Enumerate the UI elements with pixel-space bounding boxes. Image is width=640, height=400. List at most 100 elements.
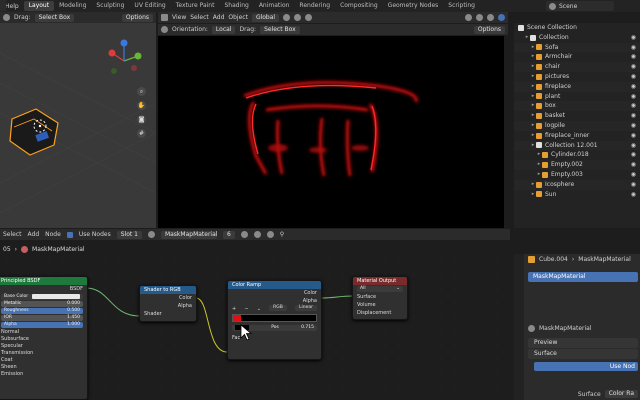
camera-icon[interactable]: ◙	[137, 115, 146, 124]
tab-compositing[interactable]: Compositing	[335, 1, 383, 11]
tab-geometry-nodes[interactable]: Geometry Nodes	[383, 1, 444, 11]
outliner-row[interactable]: ▸ chair ◉	[514, 62, 640, 72]
render-viewport[interactable]	[158, 36, 504, 228]
outliner-row[interactable]: ▸ fireplace ◉	[514, 81, 640, 92]
ramp-menu-icon[interactable]: ⌄	[257, 305, 261, 313]
menu-node-node[interactable]: Node	[45, 231, 61, 238]
visibility-eye-icon[interactable]: ◉	[631, 180, 636, 190]
pin-icon[interactable]: ⚲	[280, 231, 284, 238]
options-button[interactable]: Options	[121, 13, 153, 22]
visibility-eye-icon[interactable]: ◉	[631, 131, 636, 141]
menu-select[interactable]: Select	[190, 14, 209, 21]
menu-object[interactable]: Object	[228, 14, 248, 21]
viewport-3d[interactable]: ⌕ ✋ ◙ #	[0, 23, 156, 228]
proportional-edit-icon[interactable]	[305, 14, 313, 21]
zoom-icon[interactable]: ⌕	[137, 87, 146, 96]
outliner-row[interactable]: ▸ basket ◉	[514, 111, 640, 121]
shader-rgb-alpha-output[interactable]: Alpha	[140, 302, 196, 310]
base-color-field[interactable]: Base Color	[1, 294, 83, 300]
options-button-right[interactable]: Options	[473, 25, 505, 34]
material-output-node[interactable]: Material Output All ⌄ Surface Volume Disp…	[352, 276, 408, 320]
outliner-row[interactable]: ▸ Collection 12.001 ◉	[514, 140, 640, 151]
shader-to-rgb-node[interactable]: Shader to RGB Color Alpha Shader	[139, 285, 197, 322]
bsdf-section[interactable]: Subsurface	[0, 336, 87, 343]
menu-node-select[interactable]: Select	[3, 231, 22, 238]
visibility-eye-icon[interactable]: ◉	[631, 170, 636, 180]
bsdf-output-socket[interactable]: BSDF	[0, 285, 87, 293]
visibility-eye-icon[interactable]: ◉	[631, 72, 636, 82]
color-ramp-node[interactable]: Color Ramp Color Alpha + − ⌄ RGB Linear …	[227, 280, 322, 360]
ramp-interp-dropdown[interactable]: Linear	[295, 305, 317, 311]
node-editor-canvas[interactable]: Principled BSDF BSDF Base Color Metallic…	[0, 254, 510, 400]
ramp-alpha-output[interactable]: Alpha	[228, 297, 321, 305]
scene-selector[interactable]: Scene	[546, 1, 614, 11]
tab-rendering[interactable]: Rendering	[294, 1, 335, 11]
bsdf-section[interactable]: Specular	[0, 343, 87, 350]
select-mode-icon[interactable]	[3, 14, 10, 21]
visibility-eye-icon[interactable]: ◉	[631, 141, 636, 151]
visibility-eye-icon[interactable]: ◉	[631, 52, 636, 62]
unlink-icon[interactable]	[266, 231, 274, 238]
pan-hand-icon[interactable]: ✋	[137, 101, 146, 110]
visibility-eye-icon[interactable]: ◉	[631, 121, 636, 131]
outliner-row[interactable]: ▸ box ◉	[514, 101, 640, 112]
fake-user-icon[interactable]	[240, 231, 248, 238]
outliner-row[interactable]: ▸ Collection ◉	[514, 33, 640, 43]
drag-select-dropdown-right[interactable]: Select Box	[260, 25, 300, 34]
roughness-field[interactable]: Roughness 0.500	[1, 308, 83, 314]
new-material-icon[interactable]	[253, 231, 261, 238]
props-material-field[interactable]: MaskMapMaterial	[539, 325, 592, 332]
tab-uv-editing[interactable]: UV Editing	[129, 1, 170, 11]
outliner-row[interactable]: ▸ plant ◉	[514, 92, 640, 102]
ior-field[interactable]: IOR 1.450	[1, 315, 83, 321]
outliner-row[interactable]: ▸ fireplace_inner ◉	[514, 131, 640, 141]
outliner-root[interactable]: Scene Collection	[514, 23, 640, 33]
visibility-eye-icon[interactable]: ◉	[631, 111, 636, 121]
remove-stop-button[interactable]: −	[244, 305, 248, 313]
output-displacement-socket[interactable]: Displacement	[353, 309, 407, 317]
bsdf-section[interactable]: Coat	[0, 357, 87, 364]
bsdf-section[interactable]: Emission	[0, 371, 87, 378]
visibility-eye-icon[interactable]: ◉	[631, 160, 636, 170]
ramp-pos-value[interactable]: 0.715	[301, 325, 314, 331]
tab-animation[interactable]: Animation	[254, 1, 295, 11]
visibility-eye-icon[interactable]: ◉	[631, 92, 636, 102]
outliner-row[interactable]: ▸ Sofa ◉	[514, 42, 640, 53]
alpha-field[interactable]: Alpha 1.000	[1, 322, 83, 328]
tab-texture-paint[interactable]: Texture Paint	[171, 1, 220, 11]
visibility-eye-icon[interactable]: ◉	[631, 43, 636, 53]
ramp-stop-red[interactable]	[233, 315, 241, 321]
transform-orientation-dropdown[interactable]: Global	[251, 13, 280, 22]
ortho-grid-icon[interactable]: #	[137, 129, 146, 138]
material-sphere-icon[interactable]	[147, 231, 155, 238]
principled-bsdf-node[interactable]: Principled BSDF BSDF Base Color Metallic…	[0, 276, 88, 400]
menu-node-add[interactable]: Add	[28, 231, 40, 238]
outliner-row[interactable]: ▸ Empty.002 ◉	[514, 160, 640, 170]
outliner-row[interactable]: ▸ pictures ◉	[514, 72, 640, 82]
color-ramp-gradient[interactable]	[232, 314, 317, 322]
surface-shader-dropdown[interactable]: Color Ra	[604, 390, 638, 398]
shading-solid-icon[interactable]	[487, 14, 494, 21]
output-surface-socket[interactable]: Surface	[353, 293, 407, 301]
ramp-color-output[interactable]: Color	[228, 289, 321, 297]
preview-panel[interactable]: Preview	[528, 338, 638, 348]
snap-icon[interactable]	[294, 14, 302, 21]
outliner-row[interactable]: ▸ logpile ◉	[514, 120, 640, 131]
tab-layout[interactable]: Layout	[23, 1, 55, 11]
outliner-row[interactable]: ▸ Sun ◉	[514, 190, 640, 200]
material-browse-icon[interactable]	[528, 324, 535, 332]
material-name-field[interactable]: MaskMapMaterial	[160, 230, 217, 239]
tab-scripting[interactable]: Scripting	[443, 1, 480, 11]
slot-dropdown[interactable]: Slot 1	[116, 230, 142, 239]
use-nodes-checkbox[interactable]	[66, 231, 73, 238]
output-target-dropdown[interactable]: All ⌄	[357, 286, 403, 292]
visibility-eye-icon[interactable]: ◉	[631, 101, 636, 111]
tab-sculpting[interactable]: Sculpting	[91, 1, 129, 11]
visibility-eye-icon[interactable]: ◉	[631, 150, 636, 160]
menu-view[interactable]: View	[172, 14, 186, 21]
bsdf-section[interactable]: Transmission	[0, 350, 87, 357]
visibility-eye-icon[interactable]: ◉	[631, 190, 636, 200]
shading-rendered-icon[interactable]	[498, 14, 505, 21]
outliner-row[interactable]: ▸ Icosphere ◉	[514, 179, 640, 190]
metallic-field[interactable]: Metallic 0.000	[1, 301, 83, 307]
